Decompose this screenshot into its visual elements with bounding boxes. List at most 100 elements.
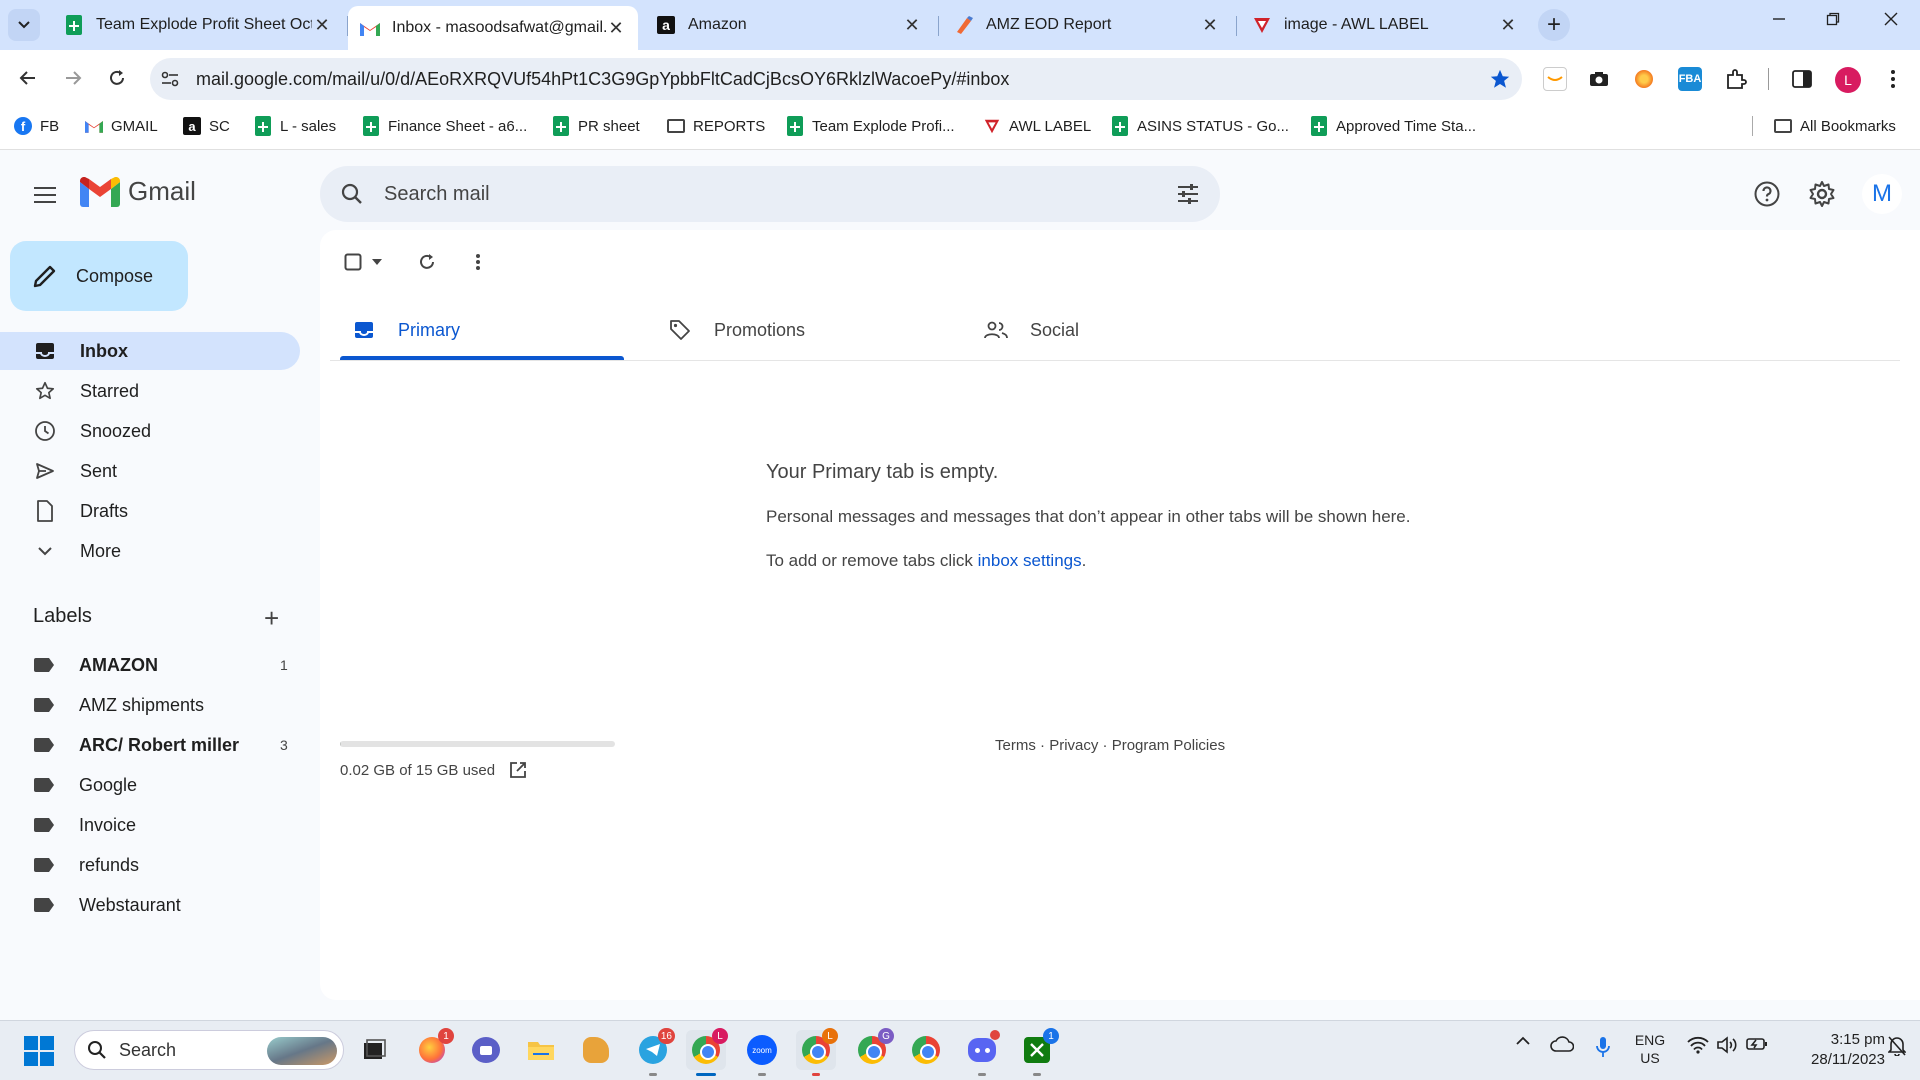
bookmark-awl-label[interactable]: AWL LABEL [983,114,1091,138]
bookmark-pr-sheet[interactable]: PR sheet [552,114,640,138]
close-tab-icon[interactable]: ✕ [312,15,332,36]
select-dropdown-icon[interactable] [368,248,386,276]
close-tab-icon[interactable]: ✕ [1498,15,1518,36]
close-window-icon[interactable] [1868,10,1914,31]
browser-menu-icon[interactable] [1881,67,1905,91]
browser-tab-amazon[interactable]: a Amazon ✕ [644,6,934,44]
label-item-webstaurant[interactable]: Webstaurant [0,887,300,923]
bookmark-asins-status[interactable]: ASINS STATUS - Go... [1111,114,1289,138]
label-item-arc-robert-miller[interactable]: ARC/ Robert miller 3 [0,727,300,763]
label-item-amz-shipments[interactable]: AMZ shipments [0,687,300,723]
bookmark-fb[interactable]: f FB [14,114,59,138]
sidebar-item-snoozed[interactable]: Snoozed [0,412,300,450]
bookmark-l-sales[interactable]: L - sales [254,114,336,138]
inbox-settings-link[interactable]: inbox settings [978,551,1082,570]
back-button[interactable] [12,62,44,94]
taskbar-app-telegram[interactable]: 16 [633,1028,675,1076]
new-tab-button[interactable]: + [1538,9,1570,41]
tab-primary[interactable]: Primary [330,300,624,360]
extensions-puzzle-icon[interactable] [1724,67,1748,91]
extension-orange-icon[interactable] [1632,67,1656,91]
all-bookmarks-button[interactable]: All Bookmarks [1774,114,1896,138]
open-external-icon[interactable] [509,761,527,779]
create-label-button[interactable]: + [264,603,279,634]
taskbar-app-chrome-profile-l2[interactable]: L [796,1028,838,1076]
taskbar-app-task-view[interactable] [354,1030,394,1070]
label-item-amazon[interactable]: AMAZON 1 [0,647,300,683]
taskbar-search[interactable]: Search [74,1030,344,1070]
extension-amazon-icon[interactable] [1543,67,1567,91]
profile-avatar[interactable]: L [1835,67,1861,93]
browser-tab-profit-sheet[interactable]: Team Explode Profit Sheet Oct ✕ [52,6,344,44]
close-tab-icon[interactable]: ✕ [902,15,922,36]
select-all-checkbox[interactable] [340,248,366,276]
browser-tab-amz-eod-report[interactable]: AMZ EOD Report ✕ [942,6,1232,44]
forward-button[interactable] [57,62,89,94]
browser-tab-awl-label[interactable]: image - AWL LABEL ✕ [1240,6,1530,44]
sidebar-item-more[interactable]: More [0,532,300,570]
bookmark-team-explode[interactable]: Team Explode Profi... [786,114,955,138]
restore-window-icon[interactable] [1810,10,1856,31]
taskbar-app-squirrel[interactable] [576,1030,616,1070]
program-policies-link[interactable]: Program Policies [1112,737,1225,754]
extension-fba-icon[interactable]: FBA [1678,67,1702,91]
sidebar-item-sent[interactable]: Sent [0,452,300,490]
taskbar-app-chrome-profile-g[interactable]: G [852,1028,894,1070]
close-tab-icon[interactable]: ✕ [606,18,626,39]
terms-link[interactable]: Terms [995,737,1036,754]
taskbar-app-xbox[interactable]: 1 [1017,1028,1059,1076]
battery-charging-icon[interactable] [1742,1036,1772,1052]
sidebar-item-starred[interactable]: Starred [0,372,300,410]
privacy-link[interactable]: Privacy [1049,737,1098,754]
bookmark-approved-time[interactable]: Approved Time Sta... [1310,114,1476,138]
help-icon[interactable] [1747,174,1787,214]
taskbar-app-chrome[interactable] [906,1030,946,1070]
site-info-icon[interactable] [150,71,190,87]
bookmark-gmail[interactable]: GMAIL [85,114,158,138]
taskbar-app-file-explorer[interactable] [521,1030,561,1070]
search-options-icon[interactable] [1156,183,1220,205]
show-hidden-icons-chevron-up-icon[interactable] [1508,1036,1538,1046]
onedrive-cloud-icon[interactable] [1547,1036,1577,1052]
side-panel-icon[interactable] [1790,67,1814,91]
bookmark-star-icon[interactable] [1478,68,1522,90]
search-input[interactable]: Search mail [384,183,1156,206]
extension-camera-icon[interactable] [1587,67,1611,91]
label-item-invoice[interactable]: Invoice [0,807,300,843]
windows-start-icon[interactable] [24,1036,54,1066]
bookmark-sc[interactable]: a SC [183,114,230,138]
close-tab-icon[interactable]: ✕ [1200,15,1220,36]
address-bar[interactable]: mail.google.com/mail/u/0/d/AEoRXRQVUf54h… [150,58,1522,100]
taskbar-app-zoom[interactable]: zoom [742,1030,782,1076]
browser-tab-gmail-inbox[interactable]: Inbox - masoodsafwat@gmail. ✕ [348,6,638,50]
tab-search-button[interactable] [8,9,40,41]
compose-button[interactable]: Compose [10,241,188,311]
notifications-bell-icon[interactable] [1882,1036,1912,1056]
search-mail-bar[interactable]: Search mail [320,166,1220,222]
search-icon[interactable] [320,182,384,206]
settings-gear-icon[interactable] [1802,174,1842,214]
volume-icon[interactable] [1712,1036,1742,1054]
taskbar-app-firefox[interactable]: 1 [412,1028,454,1070]
wifi-icon[interactable] [1683,1036,1713,1054]
tab-social[interactable]: Social [962,300,1256,360]
sidebar-item-inbox[interactable]: Inbox [0,332,300,370]
reload-button[interactable] [101,62,133,94]
language-indicator[interactable]: ENG US [1628,1031,1672,1067]
account-avatar[interactable]: M [1862,174,1902,214]
refresh-icon[interactable] [413,248,441,276]
main-menu-icon[interactable] [28,178,62,212]
label-item-google[interactable]: Google [0,767,300,803]
sidebar-item-drafts[interactable]: Drafts [0,492,300,530]
gmail-logo[interactable]: Gmail [80,176,196,207]
url-text[interactable]: mail.google.com/mail/u/0/d/AEoRXRQVUf54h… [190,69,1478,90]
microphone-icon[interactable] [1588,1036,1618,1058]
bookmark-reports-folder[interactable]: REPORTS [667,114,765,138]
minimize-window-icon[interactable] [1756,10,1802,31]
taskbar-clock[interactable]: 3:15 pm 28/11/2023 [1785,1030,1885,1070]
more-actions-icon[interactable] [464,248,492,276]
tab-promotions[interactable]: Promotions [646,300,940,360]
taskbar-app-chrome-profile-l[interactable]: L [686,1028,728,1076]
bookmark-finance-sheet[interactable]: Finance Sheet - a6... [362,114,527,138]
label-item-refunds[interactable]: refunds [0,847,300,883]
